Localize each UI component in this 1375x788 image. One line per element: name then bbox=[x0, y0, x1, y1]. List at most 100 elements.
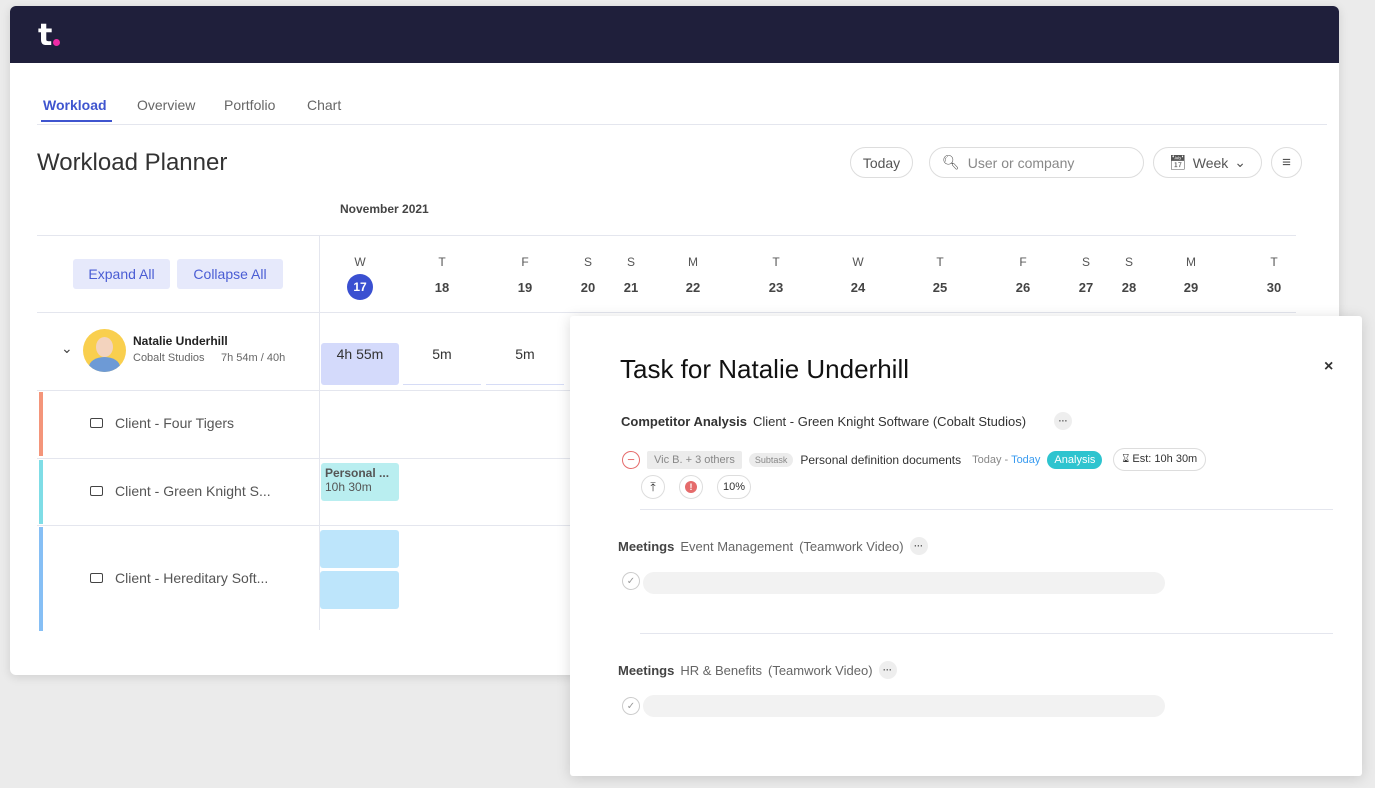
view-label: Week bbox=[1192, 154, 1229, 171]
loading-placeholder bbox=[643, 572, 1165, 594]
grid-top-line bbox=[37, 235, 1296, 236]
tab-portfolio[interactable]: Portfolio bbox=[224, 97, 275, 113]
task-block-title: Personal ... bbox=[325, 466, 390, 480]
panel-title: Task for Natalie Underhill bbox=[620, 354, 910, 384]
day-number[interactable]: 25 bbox=[920, 280, 960, 295]
due-date[interactable]: Today bbox=[1011, 454, 1040, 466]
grid-divider bbox=[319, 235, 320, 630]
close-icon[interactable]: × bbox=[1324, 358, 1333, 376]
hourglass-icon: ⌛︎ bbox=[1122, 453, 1130, 465]
tab-overview[interactable]: Overview bbox=[137, 97, 195, 113]
weekday-label: F bbox=[521, 255, 529, 269]
meeting-group: Meetings HR & Benefits (Teamwork Video) … bbox=[618, 661, 897, 679]
check-icon[interactable]: ✓ bbox=[622, 697, 640, 715]
view-select[interactable]: 📅︎ Week ⌄ bbox=[1153, 147, 1262, 178]
divider bbox=[37, 312, 1296, 313]
day-number[interactable]: 27 bbox=[1066, 280, 1106, 295]
task-block[interactable]: Personal ... 10h 30m bbox=[321, 463, 399, 501]
task-block[interactable] bbox=[320, 530, 399, 568]
group-project[interactable]: Event Management bbox=[680, 539, 793, 554]
start-date[interactable]: Today bbox=[972, 454, 1001, 466]
weekday-label: M bbox=[1186, 255, 1196, 269]
day-number[interactable]: 23 bbox=[756, 280, 796, 295]
day-number[interactable]: 28 bbox=[1109, 280, 1149, 295]
group-company: (Teamwork Video) bbox=[799, 538, 904, 554]
task-list-header: Competitor Analysis Client - Green Knigh… bbox=[621, 412, 1073, 430]
task-project[interactable]: Client - Green Knight Software (Cobalt S… bbox=[753, 414, 1026, 429]
day-number[interactable]: 29 bbox=[1171, 280, 1211, 295]
weekday-label: M bbox=[688, 255, 698, 269]
task-name[interactable]: Personal definition documents bbox=[800, 453, 961, 467]
task-panel: Task for Natalie Underhill × Competitor … bbox=[570, 316, 1362, 776]
client-row[interactable]: Client - Hereditary Soft... bbox=[90, 570, 268, 586]
workload-cell[interactable]: 4h 55m bbox=[321, 343, 399, 385]
month-label: November 2021 bbox=[340, 202, 429, 216]
client-row[interactable]: Client - Green Knight S... bbox=[90, 483, 271, 499]
assignees[interactable]: Vic B. + 3 others bbox=[647, 450, 742, 469]
tag-badge[interactable]: Analysis bbox=[1047, 450, 1103, 469]
top-bar: t bbox=[10, 6, 1339, 63]
day-number[interactable]: 17 bbox=[347, 274, 373, 300]
app-logo[interactable]: t bbox=[38, 18, 52, 53]
more-icon[interactable]: ··· bbox=[878, 661, 897, 679]
day-number[interactable]: 18 bbox=[422, 280, 462, 295]
weekday-label: S bbox=[626, 255, 635, 269]
day-number[interactable]: 20 bbox=[568, 280, 608, 295]
user-hours: 7h 54m / 40h bbox=[221, 352, 286, 364]
search-input[interactable]: 🔍︎ User or company bbox=[929, 147, 1144, 178]
collapse-chevron-icon[interactable]: ⌄ bbox=[61, 340, 73, 357]
active-tab-underline bbox=[41, 120, 112, 122]
loading-placeholder bbox=[643, 695, 1165, 717]
subtask-badge: Subtask bbox=[748, 452, 794, 467]
day-number[interactable]: 30 bbox=[1254, 280, 1294, 295]
tab-workload[interactable]: Workload bbox=[43, 97, 107, 113]
alert-icon[interactable]: ! bbox=[679, 475, 703, 499]
chevron-down-icon: ⌄ bbox=[1234, 154, 1247, 170]
progress-badge[interactable]: 10% bbox=[717, 475, 751, 499]
task-actions: ⤒ ! 10% bbox=[641, 475, 751, 499]
workload-cell[interactable]: 5m bbox=[403, 343, 481, 385]
priority-icon[interactable]: ⤒ bbox=[641, 475, 665, 499]
weekday-label: T bbox=[772, 255, 780, 269]
more-icon[interactable]: ··· bbox=[909, 537, 928, 555]
search-icon: 🔍︎ bbox=[942, 154, 960, 170]
day-number[interactable]: 19 bbox=[505, 280, 545, 295]
remove-icon[interactable]: − bbox=[622, 450, 640, 469]
meeting-group: Meetings Event Management (Teamwork Vide… bbox=[618, 537, 928, 555]
check-icon[interactable]: ✓ bbox=[622, 572, 640, 590]
client-color-bar bbox=[39, 460, 43, 524]
weekday-label: S bbox=[583, 255, 592, 269]
avatar bbox=[83, 329, 126, 372]
day-number[interactable]: 22 bbox=[673, 280, 713, 295]
task-list-name[interactable]: Competitor Analysis bbox=[621, 414, 747, 429]
task-block[interactable] bbox=[320, 571, 399, 609]
day-number[interactable]: 21 bbox=[611, 280, 651, 295]
weekday-label: S bbox=[1124, 255, 1133, 269]
workload-cell[interactable]: 5m bbox=[486, 343, 564, 385]
more-icon[interactable]: ··· bbox=[1054, 412, 1073, 430]
filter-icon: ≡ bbox=[1282, 154, 1291, 171]
weekday-label: T bbox=[438, 255, 446, 269]
estimate-badge[interactable]: ⌛︎ Est: 10h 30m bbox=[1113, 448, 1207, 471]
client-name: Client - Green Knight S... bbox=[115, 483, 271, 499]
client-name: Client - Four Tigers bbox=[115, 415, 235, 431]
today-button[interactable]: Today bbox=[850, 147, 913, 178]
filter-button[interactable]: ≡ bbox=[1271, 147, 1302, 178]
user-company: Cobalt Studios bbox=[133, 352, 205, 364]
expand-all-button[interactable]: Expand All bbox=[73, 259, 170, 289]
weekday-label: F bbox=[1019, 255, 1027, 269]
weekday-label: T bbox=[1270, 255, 1278, 269]
collapse-all-button[interactable]: Collapse All bbox=[177, 259, 283, 289]
client-color-bar bbox=[39, 392, 43, 456]
task-row[interactable]: − Vic B. + 3 others Subtask Personal def… bbox=[622, 448, 1207, 471]
client-row[interactable]: Client - Four Tigers bbox=[90, 415, 234, 431]
day-number[interactable]: 26 bbox=[1003, 280, 1043, 295]
tab-chart[interactable]: Chart bbox=[307, 97, 341, 113]
day-number[interactable]: 24 bbox=[838, 280, 878, 295]
logo-dot bbox=[53, 39, 60, 46]
client-name: Client - Hereditary Soft... bbox=[115, 570, 269, 586]
group-list[interactable]: Meetings bbox=[618, 663, 674, 678]
group-project[interactable]: HR & Benefits bbox=[680, 663, 762, 678]
group-list[interactable]: Meetings bbox=[618, 539, 674, 554]
estimate-text: Est: 10h 30m bbox=[1132, 453, 1198, 465]
